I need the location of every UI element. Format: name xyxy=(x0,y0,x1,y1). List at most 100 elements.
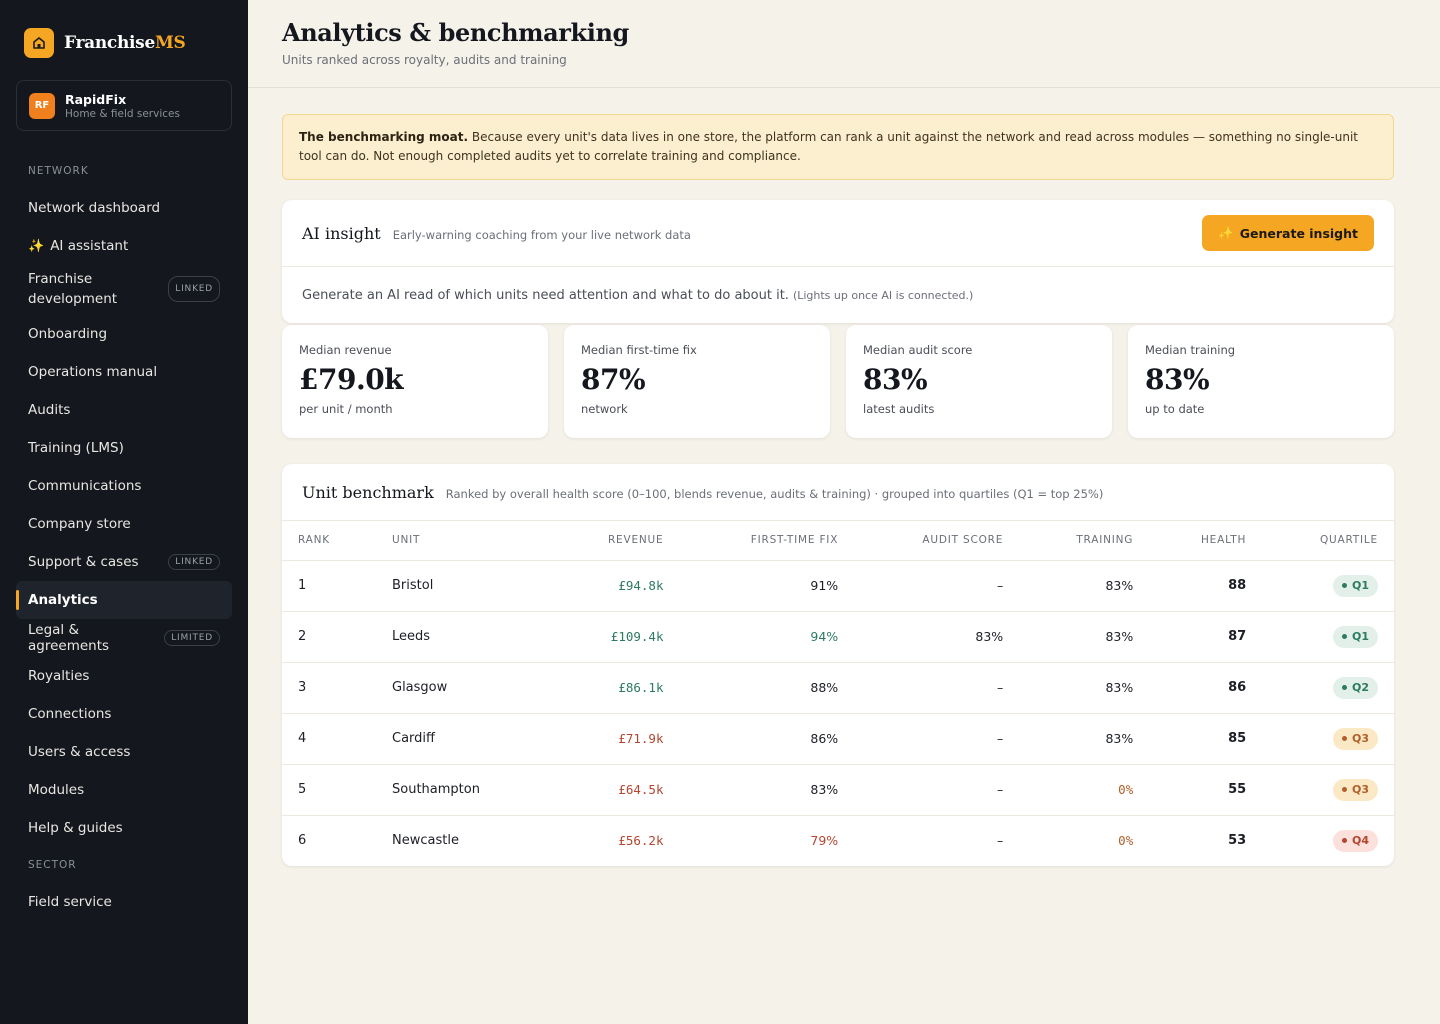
sidebar-item-modules[interactable]: Modules xyxy=(16,771,232,809)
quartile-cell: Q4 xyxy=(1262,815,1394,866)
tenant-switcher[interactable]: RF RapidFix Home & field services xyxy=(16,80,232,131)
first-time-fix-cell: 94% xyxy=(679,611,855,663)
sidebar-item-label: Connections xyxy=(28,706,112,722)
sidebar-item-label-wrap: Communications xyxy=(28,478,141,494)
sparkle-icon: ✨ xyxy=(28,238,45,254)
page-title: Analytics & benchmarking xyxy=(282,18,629,47)
rank-cell: 3 xyxy=(282,662,376,714)
sidebar-item-royalties[interactable]: Royalties xyxy=(16,657,232,695)
revenue-cell: £109.4k xyxy=(551,611,680,663)
quartile-cell: Q1 xyxy=(1262,560,1394,612)
unit-cell: Southampton xyxy=(376,764,552,816)
column-header-rank[interactable]: RANK xyxy=(282,521,376,561)
sidebar-item-badge: LINKED xyxy=(168,276,220,302)
quartile-label: Q4 xyxy=(1351,834,1369,848)
sidebar-item-label: Company store xyxy=(28,516,131,532)
sidebar-item-legal-agreements[interactable]: Legal & agreements LIMITED xyxy=(16,619,232,657)
sidebar-item-label: Legal & agreements xyxy=(28,622,110,654)
sidebar-item-label: Franchise development xyxy=(28,271,118,307)
health-cell: 87 xyxy=(1149,611,1263,663)
table-body: 1 Bristol £94.8k 91% –83% 88 Q1 2 Leeds £109.4k 94… xyxy=(282,560,1394,866)
quartile-label: Q3 xyxy=(1351,783,1369,796)
sidebar-item-communications[interactable]: Communications xyxy=(16,467,232,505)
unit-benchmark-title: Unit benchmark xyxy=(302,482,434,502)
sidebar-item-ai-assistant[interactable]: ✨ AI assistant xyxy=(16,227,232,265)
sidebar-item-analytics[interactable]: Analytics xyxy=(16,581,232,619)
table-row[interactable]: 5 Southampton £64.5k 83% –0% 55 Q3 xyxy=(282,764,1394,816)
table-row[interactable]: 6 Newcastle £56.2k 79% – 0% 53 Q4 xyxy=(282,815,1394,866)
sidebar-item-connections[interactable]: Connections xyxy=(16,695,232,733)
table-row[interactable]: 1 Bristol £94.8k 91% –83% 88 Q1 xyxy=(282,560,1394,612)
column-header-quartile[interactable]: QUARTILE xyxy=(1262,521,1394,561)
sidebar-item-users-access[interactable]: Users & access xyxy=(16,733,232,771)
quartile-badge: Q3 xyxy=(1332,727,1378,750)
unit-cell: Leeds xyxy=(376,611,552,663)
column-header-unit[interactable]: UNIT xyxy=(376,521,552,561)
sparkle-icon: ✨ xyxy=(1218,225,1234,240)
sidebar-item-label-wrap: Connections xyxy=(28,706,111,722)
sidebar-item-network-dashboard[interactable]: Network dashboard xyxy=(16,189,232,227)
unit-cell: Glasgow xyxy=(376,662,552,714)
sidebar-item-label-wrap: Legal & agreements xyxy=(28,622,164,654)
sidebar-item-label-wrap: Franchise development xyxy=(28,269,138,309)
stat-card-median-first-time-fix: Median first-time fix 87% network xyxy=(564,325,830,438)
brand[interactable]: FranchiseMS xyxy=(16,26,232,58)
sidebar-item-company-store[interactable]: Company store xyxy=(16,505,232,543)
first-time-fix-cell: 88% xyxy=(679,662,855,714)
tenant-subtitle: Home & field services xyxy=(65,107,180,120)
column-header-revenue[interactable]: REVENUE xyxy=(551,521,680,561)
quartile-cell: Q2 xyxy=(1262,662,1394,714)
sidebar-item-field-service[interactable]: Field service xyxy=(16,883,232,921)
sidebar-item-label: Help & guides xyxy=(28,820,123,836)
sidebar-item-operations-manual[interactable]: Operations manual xyxy=(16,353,232,391)
table-row[interactable]: 3 Glasgow £86.1k 88% –83% 86 Q2 xyxy=(282,662,1394,714)
page-subtitle: Units ranked across royalty, audits and … xyxy=(282,53,567,67)
quartile-badge: Q1 xyxy=(1332,625,1378,648)
sidebar: FranchiseMS RF RapidFix Home & field ser… xyxy=(0,0,248,1024)
column-header-training[interactable]: TRAINING xyxy=(1019,521,1150,561)
sidebar-item-support-cases[interactable]: Support & cases LINKED xyxy=(16,543,232,581)
rank-cell: 2 xyxy=(282,611,376,663)
stat-label: Median audit score xyxy=(863,343,973,357)
stat-card-median-training: Median training 83% up to date xyxy=(1128,325,1394,438)
sidebar-item-label: Operations manual xyxy=(28,364,158,380)
sidebar-item-label-wrap: Operations manual xyxy=(28,364,157,380)
audit-score-cell: 83% xyxy=(854,611,1020,663)
training-cell: 0% xyxy=(1019,764,1150,816)
health-cell: 86 xyxy=(1149,662,1263,714)
benchmarking-notice: The benchmarking moat. Because every uni… xyxy=(282,114,1394,180)
column-header-health[interactable]: HEALTH xyxy=(1149,521,1263,561)
health-cell: 85 xyxy=(1149,713,1263,765)
stat-value: 83% xyxy=(863,363,928,396)
generate-insight-button[interactable]: ✨ Generate insight xyxy=(1202,215,1374,251)
quartile-dot-icon xyxy=(1341,685,1347,690)
quartile-cell: Q3 xyxy=(1262,713,1394,765)
sidebar-item-label: Network dashboard xyxy=(28,200,161,216)
column-header-first-time-fix[interactable]: FIRST-TIME FIX xyxy=(679,521,855,561)
sidebar-item-label: Modules xyxy=(28,782,85,798)
stat-foot: network xyxy=(581,402,628,416)
training-cell: 83% xyxy=(1019,713,1150,765)
sidebar-item-franchise-development[interactable]: Franchise development LINKED xyxy=(16,265,232,313)
sidebar-item-label: Royalties xyxy=(28,668,90,684)
quartile-label: Q2 xyxy=(1351,681,1369,694)
quartile-badge: Q4 xyxy=(1332,829,1378,852)
stats-row: Median revenue £79.0k per unit / month Medi… xyxy=(282,325,1394,438)
sidebar-item-onboarding[interactable]: Onboarding xyxy=(16,315,232,353)
stat-value: £79.0k xyxy=(299,363,404,396)
sidebar-item-help-guides[interactable]: Help & guides xyxy=(16,809,232,847)
stat-label: Median revenue xyxy=(299,343,392,357)
quartile-cell: Q3 xyxy=(1262,764,1394,816)
stat-foot: latest audits xyxy=(863,402,935,416)
revenue-cell: £56.2k xyxy=(618,833,664,849)
stat-label: Median training xyxy=(1145,343,1236,357)
sidebar-item-training-lms[interactable]: Training (LMS) xyxy=(16,429,232,467)
stat-foot: per unit / month xyxy=(299,402,393,416)
table-row[interactable]: 4 Cardiff £71.9k 86% –83% 85 Q3 xyxy=(282,713,1394,765)
rank-cell: 1 xyxy=(282,560,376,612)
sidebar-item-label: Analytics xyxy=(28,592,98,608)
training-cell: 83% xyxy=(1019,611,1150,663)
sidebar-item-audits[interactable]: Audits xyxy=(16,391,232,429)
table-row[interactable]: 2 Leeds £109.4k 94% 83% 83% 87 Q1 xyxy=(282,611,1394,663)
column-header-audit-score[interactable]: AUDIT SCORE xyxy=(854,521,1020,561)
